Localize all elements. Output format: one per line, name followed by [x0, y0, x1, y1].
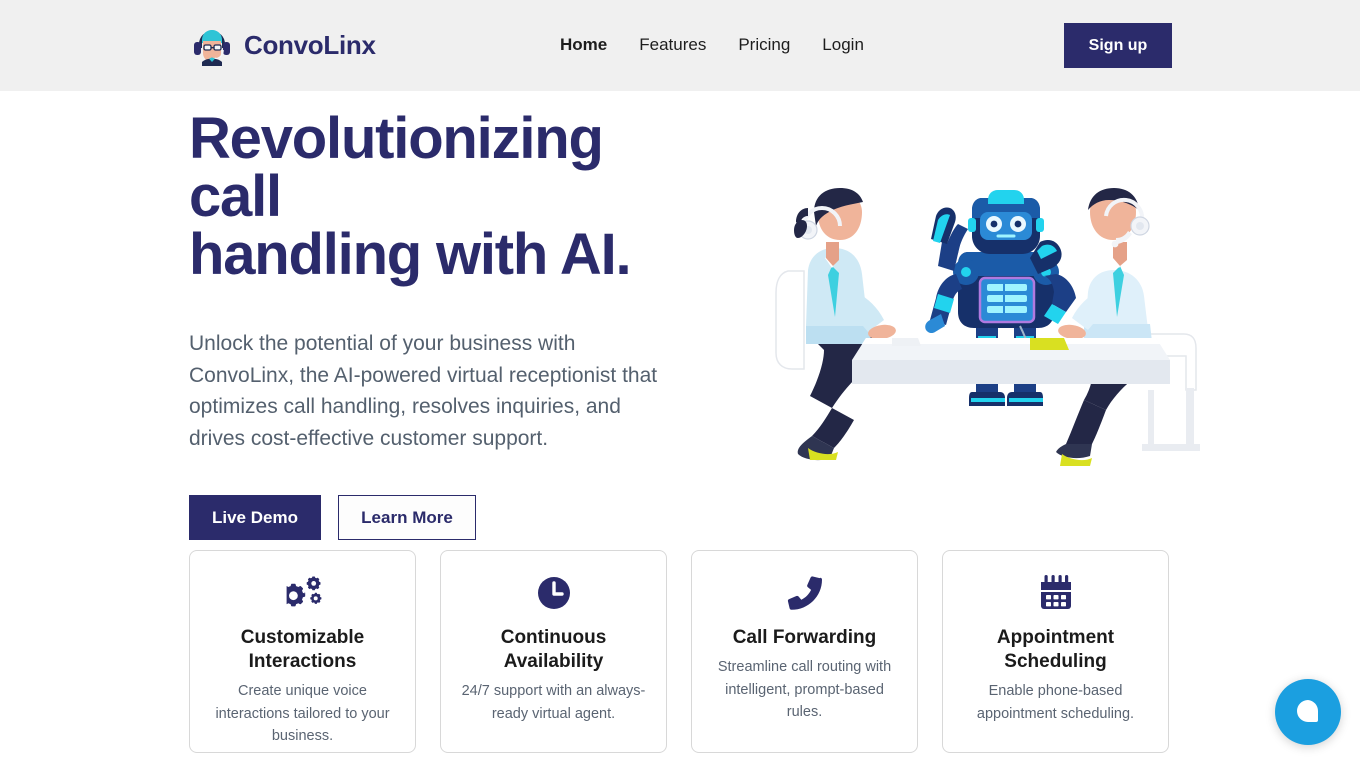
- brand-name: ConvoLinx: [244, 30, 376, 60]
- hero-illustration: [770, 186, 1240, 476]
- hero-actions: Live Demo Learn More: [189, 495, 689, 540]
- feature-description: Enable phone-based appointment schedulin…: [976, 683, 1135, 722]
- feature-card-continuous-availability[interactable]: Continuous Availability 24/7 support wit…: [440, 550, 667, 753]
- live-demo-button[interactable]: Live Demo: [189, 495, 321, 540]
- phone-icon: [787, 572, 823, 614]
- chat-widget-button[interactable]: [1275, 679, 1341, 745]
- nav-link-features[interactable]: Features: [639, 34, 706, 56]
- chat-bubble-icon: [1297, 700, 1319, 722]
- nav-link-login[interactable]: Login: [822, 34, 864, 56]
- hero-section: Revolutionizing call handling with AI. U…: [0, 91, 1360, 540]
- feature-title: Appointment Scheduling: [996, 627, 1115, 672]
- nav-link-home[interactable]: Home: [560, 34, 607, 56]
- feature-title: Customizable Interactions: [240, 627, 365, 672]
- feature-description: Streamline call routing with intelligent…: [717, 659, 892, 720]
- brand-logo[interactable]: ConvoLinx: [189, 22, 376, 68]
- feature-cards: Customizable Interactions Create unique …: [189, 550, 1172, 753]
- feature-description: Create unique voice interactions tailore…: [215, 683, 390, 744]
- site-header: ConvoLinx Home Features Pricing Login Si…: [0, 0, 1360, 91]
- hero-subtitle: Unlock the potential of your business wi…: [189, 332, 658, 450]
- main-nav: Home Features Pricing Login: [560, 34, 864, 56]
- hero-copy: Revolutionizing call handling with AI. U…: [189, 110, 689, 540]
- feature-description: 24/7 support with an always-ready virtua…: [461, 683, 646, 722]
- ai-robot-call-center-meeting-illustration: [775, 188, 1200, 466]
- headset-avatar-icon: [194, 30, 230, 66]
- feature-card-appointment-scheduling[interactable]: Appointment Scheduling Enable phone-base…: [942, 550, 1169, 753]
- feature-title: Call Forwarding: [732, 627, 877, 648]
- hero-title-line-1: Revolutionizing call: [189, 106, 604, 229]
- nav-link-pricing[interactable]: Pricing: [738, 34, 790, 56]
- feature-title: Continuous Availability: [500, 627, 607, 672]
- learn-more-button[interactable]: Learn More: [338, 495, 476, 540]
- feature-card-customizable-interactions[interactable]: Customizable Interactions Create unique …: [189, 550, 416, 753]
- clock-icon: [536, 572, 572, 614]
- feature-card-call-forwarding[interactable]: Call Forwarding Streamline call routing …: [691, 550, 918, 753]
- page-title: Revolutionizing call handling with AI.: [189, 110, 689, 284]
- gears-icon: [283, 572, 323, 614]
- hero-title-line-2: handling with AI.: [189, 222, 632, 287]
- calendar-icon: [1038, 572, 1074, 614]
- signup-button[interactable]: Sign up: [1064, 23, 1172, 68]
